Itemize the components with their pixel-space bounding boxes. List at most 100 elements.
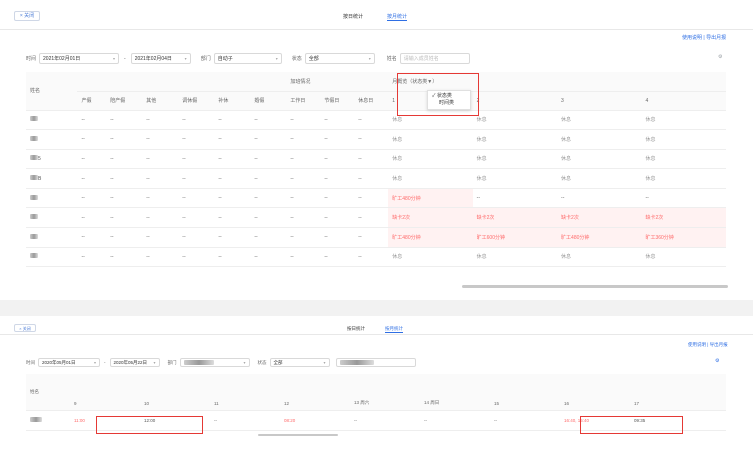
stat-cell: --: [142, 168, 179, 189]
dept-select[interactable]: 自动子 ▾: [213, 53, 282, 64]
day-status-cell[interactable]: 休息: [557, 129, 642, 150]
help-export-links[interactable]: 使用说明 | 导出月报: [682, 34, 726, 41]
day-status-cell[interactable]: 休息: [641, 149, 726, 170]
stat-cell: --: [286, 110, 321, 131]
stat-cell: --: [250, 227, 287, 248]
day-status-cell[interactable]: --: [641, 188, 726, 209]
start-date-value: 2021年02月01日: [43, 56, 81, 62]
day-status-cell[interactable]: 缺卡2次: [557, 207, 642, 229]
day-status-cell[interactable]: 休息: [472, 247, 558, 268]
menu-item-time[interactable]: 时间类: [432, 100, 466, 107]
time-cell[interactable]: --: [420, 410, 490, 431]
table-row: B -- -- -- -- -- -- -- -- -- 休息 休息 休息 休息: [26, 168, 726, 189]
day-status-cell[interactable]: 旷工480分钟: [388, 188, 473, 209]
day-status-cell[interactable]: 休息: [472, 110, 558, 131]
day-status-cell[interactable]: 休息: [641, 247, 726, 268]
range-dash: -: [124, 55, 126, 62]
time-cell[interactable]: 08:20: [280, 410, 350, 431]
stat-cell: --: [106, 149, 143, 170]
tab-daily-stats[interactable]: 按日统计: [347, 326, 365, 333]
gear-icon[interactable]: ⚙: [718, 54, 722, 60]
day-status-cell[interactable]: 缺卡2次: [641, 207, 726, 229]
day-status-cell[interactable]: 旷工480分钟: [557, 227, 642, 248]
day-status-cell[interactable]: 休息: [388, 247, 473, 268]
stat-cell: --: [286, 207, 321, 229]
col-header-day-1: 2: [472, 91, 558, 111]
chevron-down-icon: ▾: [275, 56, 278, 61]
dept-select[interactable]: ▾: [179, 358, 250, 367]
stat-cell: --: [142, 188, 179, 209]
monthly-time-table: 姓名 9 10 11 12 13 周六 14 周日 15 16 17 11:00 12:00 -- 08…: [26, 374, 726, 431]
day-status-cell[interactable]: 缺卡2次: [472, 207, 558, 229]
end-date-select[interactable]: 2021年02月04日 ▾: [130, 53, 191, 64]
time-cell[interactable]: 09:35: [630, 410, 726, 431]
day-status-cell[interactable]: 旷工360分钟: [641, 227, 726, 248]
redacted-name: [30, 214, 38, 220]
day-status-cell[interactable]: 缺卡2次: [388, 207, 473, 229]
gear-icon[interactable]: ⚙: [715, 358, 719, 364]
status-select[interactable]: 全部 ▾: [269, 358, 330, 367]
table-row: 5 -- -- -- -- -- -- -- -- -- 休息 休息 休息 休息: [26, 149, 726, 170]
day-status-cell[interactable]: 休息: [388, 129, 473, 150]
time-cell[interactable]: --: [210, 410, 280, 431]
day-status-cell[interactable]: 休息: [557, 168, 642, 189]
member-name-cell: [26, 129, 78, 150]
redacted-name: [30, 194, 38, 200]
day-status-cell[interactable]: 休息: [557, 247, 642, 268]
time-cell[interactable]: --: [490, 410, 560, 431]
day-status-cell[interactable]: 休息: [557, 110, 642, 131]
day-status-cell[interactable]: 休息: [557, 149, 642, 170]
stat-cell: --: [106, 227, 143, 248]
stat-cell: --: [77, 247, 107, 268]
redacted-name: [30, 155, 38, 161]
day-status-cell[interactable]: 休息: [388, 168, 473, 189]
day-status-cell[interactable]: 休息: [641, 168, 726, 189]
time-cell[interactable]: 16:40, 15:40: [560, 410, 630, 431]
day-status-cell[interactable]: 休息: [472, 168, 558, 189]
stat-cell: --: [142, 227, 179, 248]
menu-item-status[interactable]: ✓ 状态类: [432, 93, 466, 100]
status-select[interactable]: 全部 ▾: [304, 53, 375, 64]
tab-daily-stats[interactable]: 按日统计: [343, 13, 363, 21]
day-status-cell[interactable]: 休息: [472, 129, 558, 150]
col-header-overtime-2: 休息日: [354, 91, 389, 111]
name-search-input[interactable]: 请输入成员姓名: [399, 53, 470, 64]
stat-cell: --: [142, 129, 179, 150]
stat-cell: --: [354, 168, 389, 189]
end-date-select[interactable]: 2020年05月22日 ▾: [109, 358, 160, 367]
col-header-day-4: 13 周六: [350, 374, 420, 411]
day-status-cell[interactable]: 休息: [388, 110, 473, 131]
col-header-month-group[interactable]: 月概览（状态类▼）: [388, 72, 726, 92]
name-search-input[interactable]: [335, 358, 416, 367]
stat-cell: --: [286, 129, 321, 150]
stat-cell: --: [106, 129, 143, 150]
horizontal-scrollbar[interactable]: [258, 434, 338, 436]
day-status-cell[interactable]: 休息: [641, 129, 726, 150]
start-date-select[interactable]: 2020年05月01日 ▾: [38, 358, 100, 367]
end-date-value: 2021年02月04日: [134, 56, 172, 62]
day-status-cell[interactable]: --: [557, 188, 642, 209]
time-cell[interactable]: 12:00: [140, 410, 210, 431]
tab-monthly-stats[interactable]: 按月统计: [387, 13, 408, 21]
stat-cell: --: [320, 188, 355, 209]
day-status-cell[interactable]: --: [472, 188, 558, 209]
day-status-cell[interactable]: 休息: [388, 149, 473, 170]
col-header-overtime-0: 工作日: [286, 91, 321, 111]
day-status-cell[interactable]: 旷工600分钟: [472, 227, 558, 248]
time-cell[interactable]: 11:00: [70, 410, 140, 431]
day-status-cell[interactable]: 休息: [641, 110, 726, 131]
horizontal-scrollbar[interactable]: [462, 285, 728, 288]
start-date-select[interactable]: 2021年02月01日 ▾: [39, 53, 120, 64]
day-status-cell[interactable]: 休息: [472, 149, 558, 170]
member-name-cell: [26, 110, 78, 131]
stat-cell: --: [354, 149, 389, 170]
tab-monthly-stats[interactable]: 按月统计: [385, 326, 403, 333]
name-suffix: 5: [38, 156, 41, 163]
chevron-down-icon: ▾: [184, 56, 187, 61]
close-button[interactable]: × 关闭: [14, 324, 36, 332]
stat-cell: --: [178, 129, 215, 150]
help-export-links[interactable]: 使用说明 | 导出月报: [688, 342, 728, 348]
time-cell[interactable]: --: [350, 410, 420, 431]
close-button[interactable]: × 关闭: [14, 11, 40, 21]
day-status-cell[interactable]: 旷工480分钟: [388, 227, 473, 248]
